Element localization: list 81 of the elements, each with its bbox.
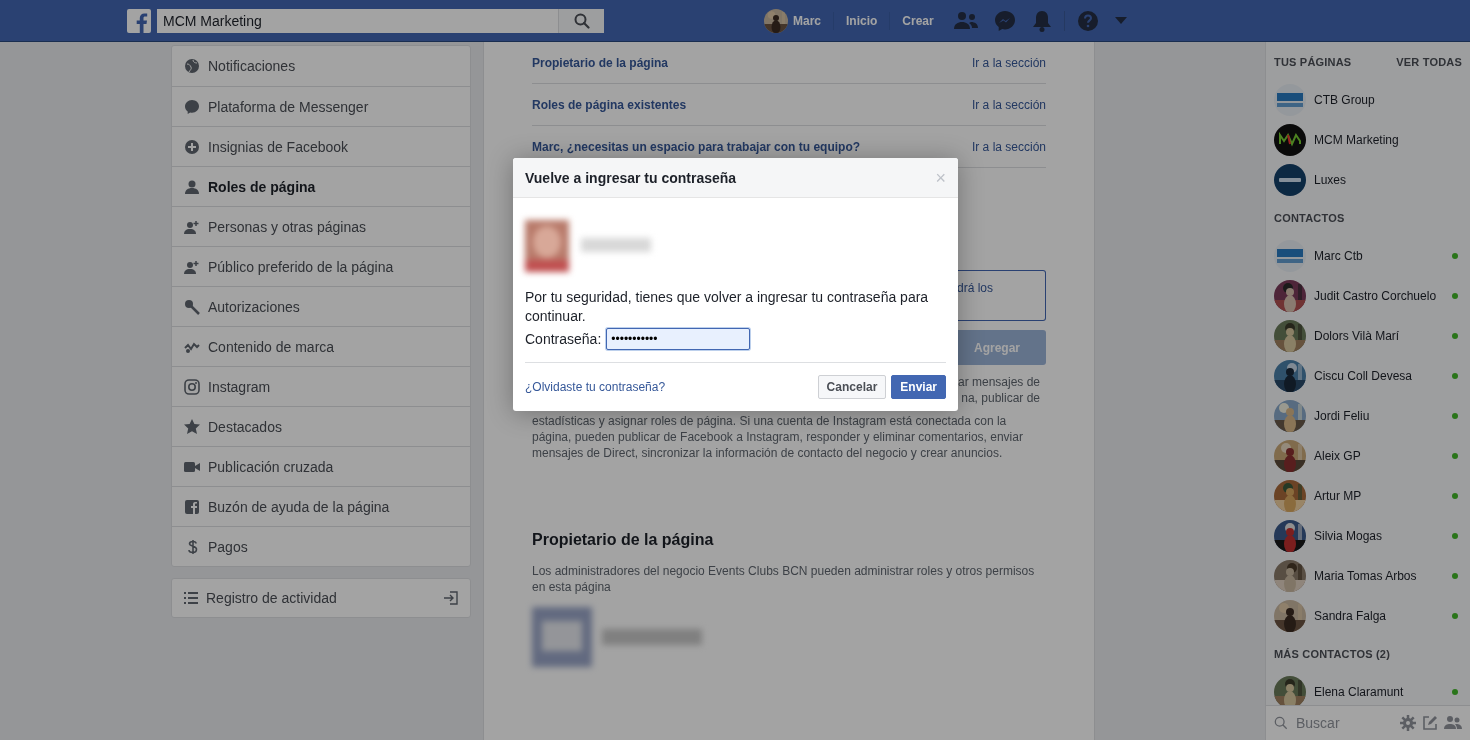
facebook-icon: [184, 498, 200, 515]
list-icon: [184, 592, 198, 604]
activity-log-item[interactable]: Registro de actividad: [171, 578, 471, 618]
profile-link[interactable]: Marc: [764, 8, 833, 33]
caret-icon[interactable]: [1114, 16, 1127, 25]
dialog-message: Por tu seguridad, tienes que volver a ingresar tu contraseña para continuar.: [525, 288, 930, 326]
contact-item[interactable]: Judit Castro Corchuelo: [1266, 276, 1470, 316]
chat-search-bar[interactable]: Buscar: [1266, 705, 1470, 740]
section-heading: TUS PÁGINAS: [1274, 56, 1352, 68]
contact-item[interactable]: Sandra Falga: [1266, 596, 1470, 636]
person-icon: [184, 178, 200, 195]
search-button[interactable]: [558, 8, 604, 33]
submit-button[interactable]: Enviar: [891, 375, 946, 399]
camera-icon: [184, 378, 200, 395]
nav-link[interactable]: Inicio: [833, 11, 890, 30]
contact-item[interactable]: Artur MP: [1266, 476, 1470, 516]
settings-icon[interactable]: [1400, 715, 1416, 731]
menu-item[interactable]: Personas y otras páginas: [172, 206, 470, 246]
logo-icon[interactable]: [127, 8, 151, 33]
help-icon[interactable]: [1076, 9, 1099, 32]
menu-item[interactable]: Contenido de marca: [172, 326, 470, 366]
search-icon: [1274, 716, 1288, 730]
contact-item[interactable]: Aleix GP: [1266, 436, 1470, 476]
sign-in-icon: [444, 591, 458, 605]
menu-item[interactable]: Autorizaciones: [172, 286, 470, 326]
friends-icon[interactable]: [953, 10, 978, 31]
search-field[interactable]: Buscar: [1294, 714, 1394, 732]
globe-icon: [184, 58, 200, 74]
section-title: Propietario de la página: [532, 531, 715, 549]
description-text: Los administradores del negocio Events Clubs BCN pueden administrar roles y otros permisos en esta página: [532, 563, 1036, 595]
section-link[interactable]: Propietario de la página: [532, 55, 669, 70]
password-field[interactable]: •••••••••••: [606, 328, 751, 350]
wrench-icon: [184, 298, 200, 315]
page-item[interactable]: CTB Group: [1266, 80, 1470, 120]
search-icon: [573, 12, 590, 29]
description-text: estadísticas y asignar roles de página. Si una cuenta de Instagram está conectada con la página, pueden publicar de Facebook a Instagram, responder y eliminar comentarios, enviar mensajes de Direct, sincronizar la información de contacto del negocio y crear anuncios.: [532, 413, 1024, 461]
section-link[interactable]: Roles de página existentes: [532, 97, 687, 112]
bell-icon[interactable]: [1031, 9, 1052, 32]
contact-item[interactable]: Silvia Mogas: [1266, 516, 1470, 556]
cancel-button[interactable]: Cancelar: [817, 375, 887, 399]
menu-item[interactable]: Destacados: [172, 406, 470, 446]
compose-icon[interactable]: [1422, 715, 1438, 731]
section-heading: CONTACTOS: [1274, 212, 1345, 224]
nav-link[interactable]: Crear: [889, 11, 946, 30]
person-plus-icon: [184, 258, 200, 275]
section-heading: MÁS CONTACTOS (2): [1274, 648, 1391, 660]
go-to-section-link[interactable]: Ir a la sección: [971, 139, 1046, 154]
star-icon: [184, 418, 200, 435]
go-to-section-link[interactable]: Ir a la sección: [971, 55, 1046, 70]
see-all-link[interactable]: VER TODAS: [1396, 56, 1462, 68]
page-item[interactable]: MCM Marketing: [1266, 120, 1470, 160]
contact-item[interactable]: Jordi Feliu: [1266, 396, 1470, 436]
menu-item[interactable]: Instagram: [172, 366, 470, 406]
people-icon[interactable]: [1444, 715, 1462, 731]
description-text: ar mensajes de: [957, 374, 1040, 390]
logo-icon: [1274, 124, 1306, 156]
contact-item[interactable]: Dolors Vilà Marí: [1266, 316, 1470, 356]
page-item[interactable]: Luxes: [1266, 160, 1470, 200]
menu-item[interactable]: Buzón de ayuda de la página: [172, 486, 470, 526]
menu-item[interactable]: Notificaciones: [172, 46, 470, 86]
dialog-title: Vuelve a ingresar tu contraseña: [525, 169, 737, 186]
person-plus-icon: [184, 218, 200, 235]
menu-item[interactable]: Público preferido de la página: [172, 246, 470, 286]
contact-item[interactable]: Maria Tomas Arbos: [1266, 556, 1470, 596]
menu-item[interactable]: Insignias de Facebook: [172, 126, 470, 166]
logo-icon: [1274, 240, 1306, 272]
logo-icon: [1274, 164, 1306, 196]
description-text: na, publicar de: [961, 390, 1040, 406]
messenger-icon[interactable]: [993, 9, 1016, 32]
logo-icon: [1274, 84, 1306, 116]
menu-item[interactable]: Publicación cruzada: [172, 446, 470, 486]
contact-item[interactable]: Marc Ctb: [1266, 236, 1470, 276]
forgot-password-link[interactable]: ¿Olvidaste tu contraseña?: [525, 380, 666, 394]
menu-item[interactable]: Roles de página: [172, 166, 470, 206]
field-label: Contraseña:: [525, 331, 602, 347]
menu-item[interactable]: Pagos: [172, 526, 470, 566]
menu-item[interactable]: Plataforma de Messenger: [172, 86, 470, 126]
contact-item[interactable]: Ciscu Coll Devesa: [1266, 356, 1470, 396]
chat-bubble-icon: [184, 98, 200, 115]
section-link[interactable]: Marc, ¿necesitas un espacio para trabajar con tu equipo?: [532, 139, 861, 154]
go-to-section-link[interactable]: Ir a la sección: [971, 97, 1046, 112]
